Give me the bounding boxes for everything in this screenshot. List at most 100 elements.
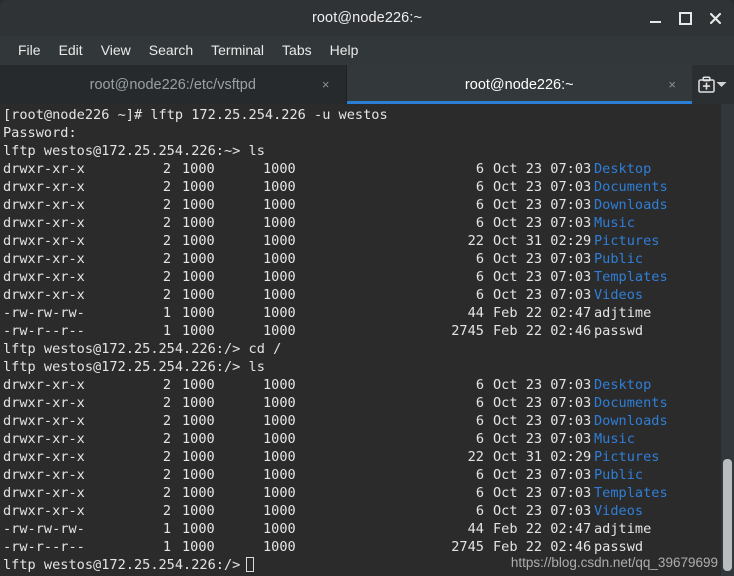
terminal-output[interactable]: [root@node226 ~]# lftp 172.25.254.226 -u… [0, 104, 734, 576]
listing-group: 1000 [263, 413, 296, 429]
listing-date: Oct 31 02:29 [493, 233, 592, 249]
menu-item-tabs[interactable]: Tabs [273, 36, 321, 65]
listing-permissions: drwxr-xr-x [3, 287, 85, 303]
shell-command: cd / [240, 341, 282, 357]
shell-prompt: lftp westos@172.25.254.226:/> [3, 341, 241, 357]
terminal-listing-row: -rw-r--r-- 1 1000 1000 2745 Feb 22 02:46 passw… [0, 322, 720, 340]
listing-size: 6 [475, 197, 484, 213]
listing-owner: 1000 [182, 323, 215, 339]
listing-permissions: drwxr-xr-x [3, 269, 85, 285]
terminal-listing-row: drwxr-xr-x 2 1000 1000 6 Oct 23 07:03 Music [0, 430, 720, 448]
menu-item-view[interactable]: View [92, 36, 140, 65]
listing-links: 2 [162, 215, 171, 231]
listing-owner: 1000 [182, 449, 215, 465]
listing-file-name: passwd [594, 539, 644, 555]
listing-owner: 1000 [182, 539, 215, 555]
terminal-listing-row: drwxr-xr-x 2 1000 1000 6 Oct 23 07:03 Template… [0, 484, 720, 502]
listing-directory-name: Music [594, 431, 635, 447]
terminal-listing-row: drwxr-xr-x 2 1000 1000 6 Oct 23 07:03 Document… [0, 394, 720, 412]
listing-date: Feb 22 02:46 [493, 539, 592, 555]
listing-directory-name: Music [594, 215, 635, 231]
listing-owner: 1000 [182, 197, 215, 213]
tab-bar: root@node226:/etc/vsftpd × root@node226:… [0, 65, 734, 104]
tab-vsftpd[interactable]: root@node226:/etc/vsftpd × [0, 65, 346, 104]
listing-permissions: drwxr-xr-x [3, 431, 85, 447]
listing-owner: 1000 [182, 287, 215, 303]
menu-item-search[interactable]: Search [140, 36, 202, 65]
listing-directory-name: Documents [594, 179, 668, 195]
listing-permissions: drwxr-xr-x [3, 503, 85, 519]
scrollbar-thumb[interactable] [723, 459, 732, 571]
listing-directory-name: Public [594, 251, 644, 267]
listing-owner: 1000 [182, 233, 215, 249]
listing-directory-name: Pictures [594, 449, 660, 465]
listing-permissions: drwxr-xr-x [3, 233, 85, 249]
minimize-button[interactable] [640, 3, 670, 33]
listing-date: Oct 23 07:03 [493, 467, 592, 483]
listing-date: Oct 23 07:03 [493, 413, 592, 429]
listing-size: 6 [475, 161, 484, 177]
listing-links: 2 [162, 431, 171, 447]
chevron-down-icon[interactable] [715, 80, 728, 89]
tab-label: root@node226:/etc/vsftpd [89, 76, 256, 93]
listing-date: Feb 22 02:47 [493, 305, 592, 321]
terminal-listing-row: drwxr-xr-x 2 1000 1000 6 Oct 23 07:03 Videos [0, 502, 720, 520]
listing-size: 6 [475, 485, 484, 501]
listing-date: Oct 23 07:03 [493, 377, 592, 393]
listing-links: 2 [162, 413, 171, 429]
terminal-listing-row: drwxr-xr-x 2 1000 1000 22 Oct 31 02:29 Picture… [0, 448, 720, 466]
menu-item-help[interactable]: Help [321, 36, 368, 65]
terminal-command-row: lftp westos@172.25.254.226:/> cd / [0, 340, 720, 358]
listing-size: 6 [475, 431, 484, 447]
listing-directory-name: Downloads [594, 413, 668, 429]
listing-permissions: drwxr-xr-x [3, 251, 85, 267]
listing-date: Oct 23 07:03 [493, 269, 592, 285]
terminal-command-row: [root@node226 ~]# lftp 172.25.254.226 -u… [0, 106, 720, 124]
listing-directory-name: Downloads [594, 197, 668, 213]
listing-group: 1000 [263, 287, 296, 303]
listing-size: 44 [467, 305, 484, 321]
listing-links: 2 [162, 161, 171, 177]
listing-permissions: drwxr-xr-x [3, 449, 85, 465]
terminal-listing-row: -rw-r--r-- 1 1000 1000 2745 Feb 22 02:46 passw… [0, 538, 720, 556]
listing-group: 1000 [263, 431, 296, 447]
listing-owner: 1000 [182, 521, 215, 537]
listing-links: 1 [162, 305, 171, 321]
window-title: root@node226:~ [311, 10, 423, 26]
listing-links: 2 [162, 233, 171, 249]
new-tab-icon[interactable] [698, 76, 715, 93]
listing-directory-name: Desktop [594, 377, 652, 393]
terminal-text-row: Password: [0, 124, 720, 142]
listing-group: 1000 [263, 395, 296, 411]
scrollbar[interactable] [721, 104, 734, 576]
maximize-button[interactable] [670, 3, 700, 33]
listing-owner: 1000 [182, 413, 215, 429]
listing-permissions: drwxr-xr-x [3, 377, 85, 393]
listing-group: 1000 [263, 539, 296, 555]
close-button[interactable] [700, 3, 730, 33]
tab-home[interactable]: root@node226:~ × [346, 65, 693, 104]
menu-item-terminal[interactable]: Terminal [202, 36, 273, 65]
menu-bar: File Edit View Search Terminal Tabs Help [0, 36, 734, 65]
listing-owner: 1000 [182, 467, 215, 483]
listing-permissions: drwxr-xr-x [3, 179, 85, 195]
listing-permissions: drwxr-xr-x [3, 161, 85, 177]
listing-date: Oct 23 07:03 [493, 179, 592, 195]
listing-links: 2 [162, 251, 171, 267]
terminal-listing-row: -rw-rw-rw- 1 1000 1000 44 Feb 22 02:47 adjtime [0, 520, 720, 538]
menu-item-edit[interactable]: Edit [50, 36, 92, 65]
window-controls [640, 0, 730, 36]
listing-date: Feb 22 02:47 [493, 521, 592, 537]
listing-date: Oct 23 07:03 [493, 431, 592, 447]
menu-item-file[interactable]: File [9, 36, 50, 65]
listing-group: 1000 [263, 503, 296, 519]
tab-close-icon[interactable]: × [322, 78, 330, 91]
listing-file-name: adjtime [594, 521, 652, 537]
terminal-listing-row: drwxr-xr-x 2 1000 1000 6 Oct 23 07:03 Public [0, 466, 720, 484]
listing-group: 1000 [263, 233, 296, 249]
shell-command: ls [240, 143, 265, 159]
tab-close-icon[interactable]: × [668, 78, 676, 91]
terminal-command-row: lftp westos@172.25.254.226:/> ls [0, 358, 720, 376]
minimize-icon [649, 20, 661, 23]
maximize-icon [678, 11, 692, 25]
